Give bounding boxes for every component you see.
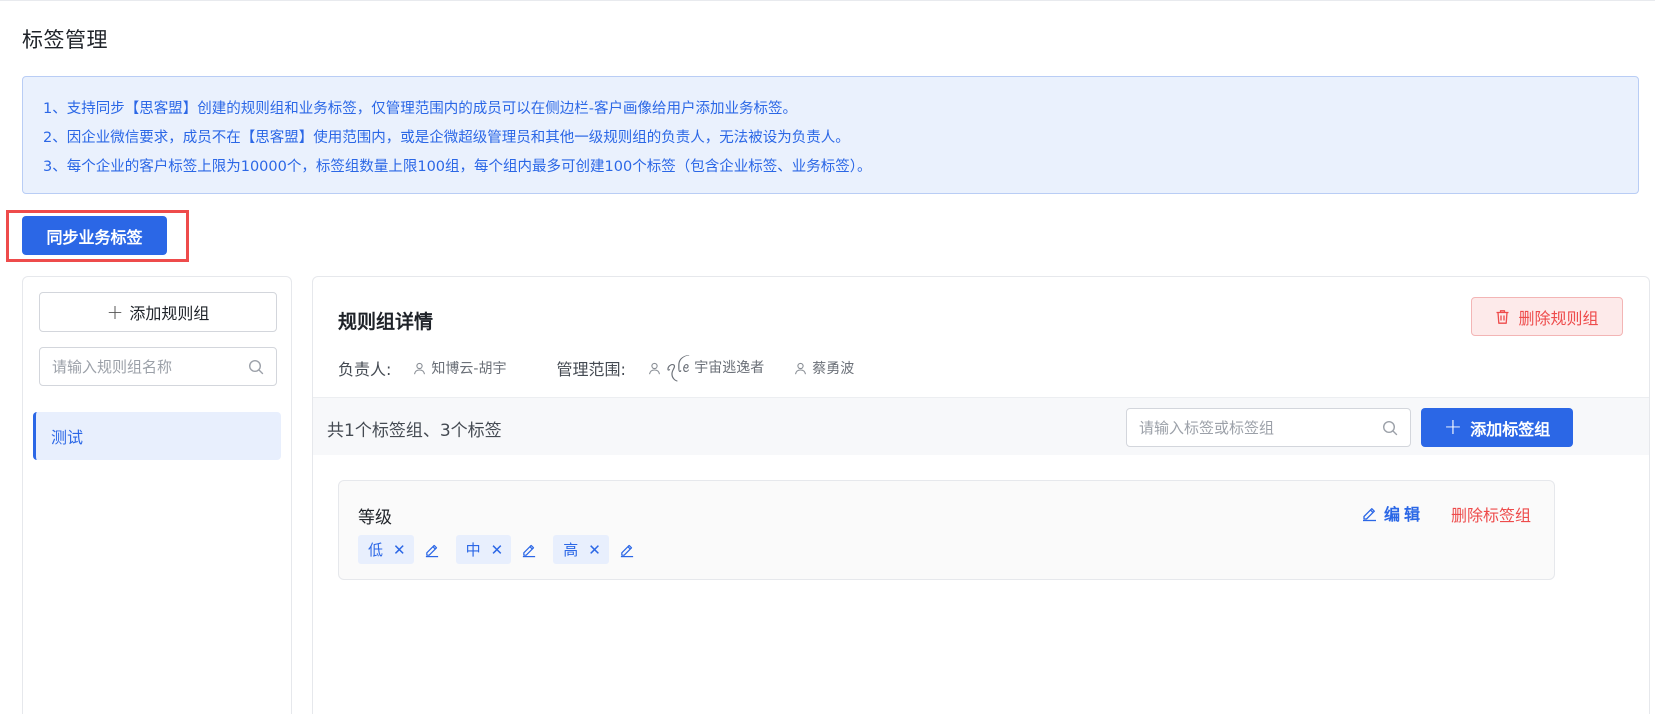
tag-group-card: 等级 编辑 删除标签组 低 ✕ 中 ✕ 高 ✕ [338, 480, 1555, 580]
close-icon[interactable]: ✕ [393, 541, 406, 559]
rule-group-item[interactable]: 测试 [33, 412, 281, 460]
rule-group-search-box [39, 347, 277, 386]
tag-search-box [1126, 408, 1411, 447]
tag-label: 中 [465, 541, 481, 559]
add-tag-group-label: 添加标签组 [1470, 419, 1551, 439]
edit-tag-group-link[interactable]: 编辑 [1361, 501, 1424, 525]
rule-group-sidebar: + 添加规则组 测试 [22, 276, 292, 714]
user-icon [795, 362, 807, 374]
rule-group-detail-panel: 规则组详情 删除规则组 负责人: 知博云-胡宇 管理范围: ꪖꪶꫀ 宇宙逃逸者 [312, 276, 1650, 714]
close-icon[interactable]: ✕ [588, 541, 601, 559]
delete-tag-group-link[interactable]: 删除标签组 [1451, 502, 1531, 526]
delete-rule-group-button[interactable]: 删除规则组 [1471, 297, 1623, 336]
notice-banner: 1、支持同步【思客盟】创建的规则组和业务标签，仅管理范围内的成员可以在侧边栏-客… [22, 76, 1639, 194]
detail-title: 规则组详情 [338, 311, 434, 333]
add-rule-group-label: 添加规则组 [129, 304, 210, 323]
notice-line-1: 1、支持同步【思客盟】创建的规则组和业务标签，仅管理范围内的成员可以在侧边栏-客… [43, 101, 797, 117]
owner-name: 知博云-胡宇 [431, 361, 507, 377]
tags-row: 低 ✕ 中 ✕ 高 ✕ [358, 535, 651, 564]
tag-chip[interactable]: 高 ✕ [553, 535, 609, 564]
plus-icon: + [1443, 414, 1463, 440]
owner-scope-row: 负责人: 知博云-胡宇 管理范围: ꪖꪶꫀ 宇宙逃逸者 蔡勇波 [338, 357, 884, 380]
edit-icon[interactable] [424, 542, 440, 558]
sync-business-tags-button[interactable]: 同步业务标签 [22, 216, 167, 255]
add-tag-group-button[interactable]: + 添加标签组 [1421, 408, 1573, 447]
tag-group-name: 等级 [358, 508, 392, 528]
tag-search-input[interactable] [1139, 418, 1382, 437]
scope-person: 蔡勇波 [794, 358, 854, 378]
user-icon [648, 362, 660, 374]
tag-count-text: 共1个标签组、3个标签 [327, 421, 502, 441]
owner-label: 负责人: [338, 360, 392, 379]
scope-member-name: 蔡勇波 [812, 361, 855, 377]
edit-icon[interactable] [619, 542, 635, 558]
page-title: 标签管理 [22, 28, 108, 52]
search-icon[interactable] [1382, 420, 1398, 436]
edit-icon [1363, 507, 1376, 521]
owner-person: 知博云-胡宇 [413, 358, 506, 378]
scope-person: ꪖꪶꫀ 宇宙逃逸者 [648, 354, 764, 383]
notice-line-3: 3、每个企业的客户标签上限为10000个，标签组数量上限100组，每个组内最多可… [43, 159, 872, 175]
tag-label: 低 [368, 541, 384, 559]
add-rule-group-button[interactable]: + 添加规则组 [39, 292, 277, 332]
rule-group-search-input[interactable] [52, 357, 248, 376]
scope-label: 管理范围: [556, 360, 626, 379]
edit-label: 编辑 [1384, 505, 1425, 524]
delete-rule-group-label: 删除规则组 [1518, 308, 1599, 328]
scope-member-name: ꪖꪶꫀ 宇宙逃逸者 [665, 359, 765, 376]
tag-chip[interactable]: 中 ✕ [455, 535, 512, 564]
edit-icon[interactable] [521, 542, 537, 558]
tag-chip[interactable]: 低 ✕ [358, 535, 414, 564]
notice-line-2: 2、因企业微信要求，成员不在【思客盟】使用范围内，或是企微超级管理员和其他一级规… [43, 130, 850, 146]
user-icon [414, 362, 426, 374]
search-icon[interactable] [248, 359, 264, 375]
plus-icon: + [106, 300, 124, 324]
tag-toolbar: 共1个标签组、3个标签 + 添加标签组 [313, 397, 1649, 455]
trash-icon [1496, 309, 1509, 324]
close-icon[interactable]: ✕ [491, 541, 504, 559]
tag-label: 高 [563, 541, 579, 559]
